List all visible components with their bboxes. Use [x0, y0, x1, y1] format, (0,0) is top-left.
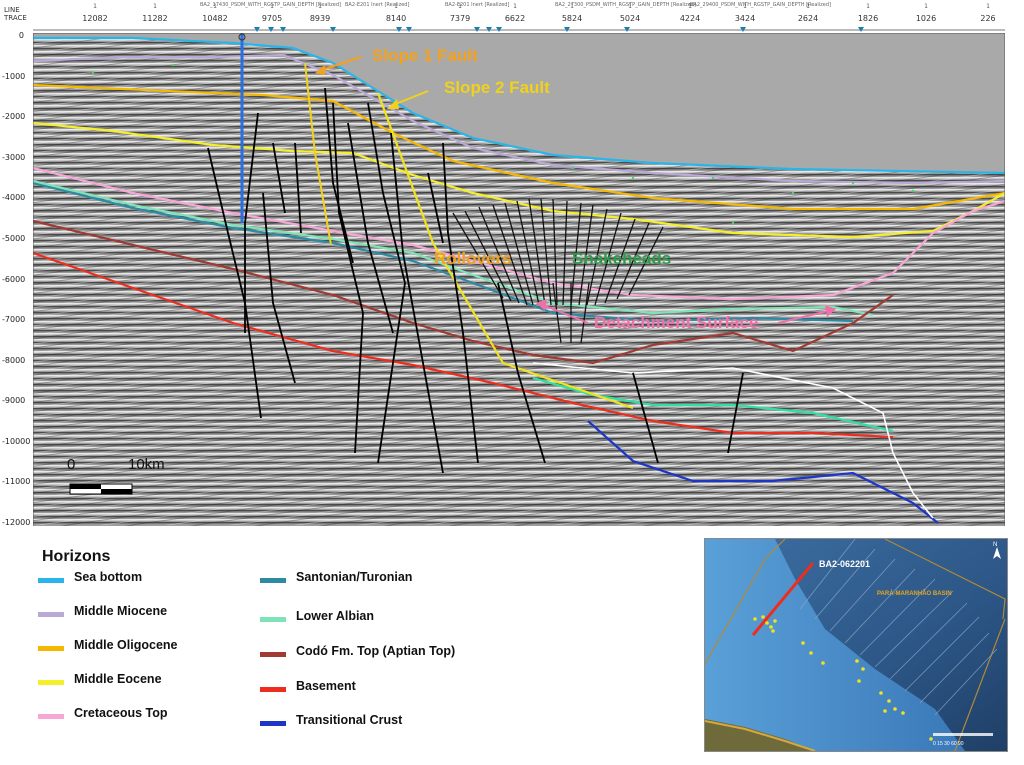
map-basin-label: PARÁ-MARANHÃO BASIN [877, 590, 952, 597]
legend-label: Santonian/Turonian [296, 570, 413, 584]
legend-label: Lower Albian [296, 609, 375, 623]
header-ticks [33, 27, 1005, 32]
legend-item: Cretaceous Top [38, 706, 258, 726]
legend-swatch [38, 612, 64, 617]
legend-swatch [260, 617, 286, 622]
legend-label: Transitional Crust [296, 713, 403, 727]
legend-swatch [260, 721, 286, 726]
legend-item: Middle Eocene [38, 672, 258, 692]
legend-swatch [38, 646, 64, 651]
legend-item: Lower Albian [260, 609, 480, 629]
legend-item: Middle Oligocene [38, 638, 258, 658]
scale-bar [69, 483, 133, 495]
legend-label: Middle Eocene [74, 672, 162, 686]
legend-swatch [38, 714, 64, 719]
legend-item: Middle Miocene [38, 604, 258, 624]
slope-2-fault-label: Slope 2 Fault [444, 78, 550, 97]
snakeheads-label: Snakeheads [572, 249, 672, 268]
scale-zero-label: 0 [67, 456, 76, 473]
legend-title: Horizons [42, 548, 111, 565]
legend-swatch [38, 578, 64, 583]
location-map: BA2-062201 PARÁ-MARANHÃO BASIN N 0 15 30… [704, 538, 1008, 752]
depth-tick-label: -9000 [2, 396, 26, 406]
legend-item: Basement [260, 679, 480, 699]
legend-item: Sea bottom [38, 570, 258, 590]
depth-tick-label: -8000 [2, 355, 26, 365]
legend-swatch [260, 652, 286, 657]
rollovers-label: Rollovers [434, 249, 512, 268]
depth-tick-label: -6000 [2, 274, 26, 284]
legend-label: Sea bottom [74, 570, 143, 584]
north-label: N [993, 542, 997, 548]
map-canvas: BA2-062201 PARÁ-MARANHÃO BASIN N 0 15 30… [705, 539, 1007, 751]
horizons-legend: Horizons Sea bottom Middle Miocene Middle … [28, 540, 468, 760]
legend-label: Cretaceous Top [74, 706, 168, 720]
legend-label: Codó Fm. Top (Aptian Top) [296, 644, 456, 658]
depth-tick-label: 0 [18, 31, 24, 40]
legend-swatch [38, 680, 64, 685]
seismic-section [33, 33, 1005, 526]
depth-tick-label: -1000 [2, 71, 26, 81]
legend-item: Codó Fm. Top (Aptian Top) [260, 644, 480, 664]
depth-tick-label: -3000 [2, 152, 26, 162]
legend-label: Middle Oligocene [74, 638, 178, 652]
depth-tick-label: -12000 [2, 518, 31, 527]
legend-label: Middle Miocene [74, 604, 168, 618]
detachment-surface-label: Detachment Surface [594, 313, 759, 332]
map-scale: 0 15 30 60 90 [933, 741, 964, 747]
depth-tick-label: -7000 [2, 315, 26, 325]
legend-item: Transitional Crust [260, 713, 480, 733]
scale-km-label: 10km [128, 456, 165, 473]
depth-tick-label: -4000 [2, 193, 26, 203]
slope-1-fault-label: Slope 1 Fault [372, 46, 478, 65]
legend-swatch [260, 687, 286, 692]
legend-item: Santonian/Turonian [260, 570, 480, 590]
legend-swatch [260, 578, 286, 583]
depth-tick-label: -5000 [2, 233, 26, 243]
seismic-figure: LINE TRACE 12082 1 11282 1 10482 1 9705 1 8939 1 8… [0, 0, 1024, 765]
map-line-label: BA2-062201 [819, 559, 870, 569]
legend-label: Basement [296, 679, 356, 693]
depth-tick-label: -10000 [2, 436, 31, 446]
depth-tick-label: -2000 [2, 112, 26, 122]
depth-tick-label: -11000 [2, 477, 31, 487]
trace-header: LINE TRACE 12082 1 11282 1 10482 1 9705 1 8939 1 8… [0, 0, 1024, 34]
